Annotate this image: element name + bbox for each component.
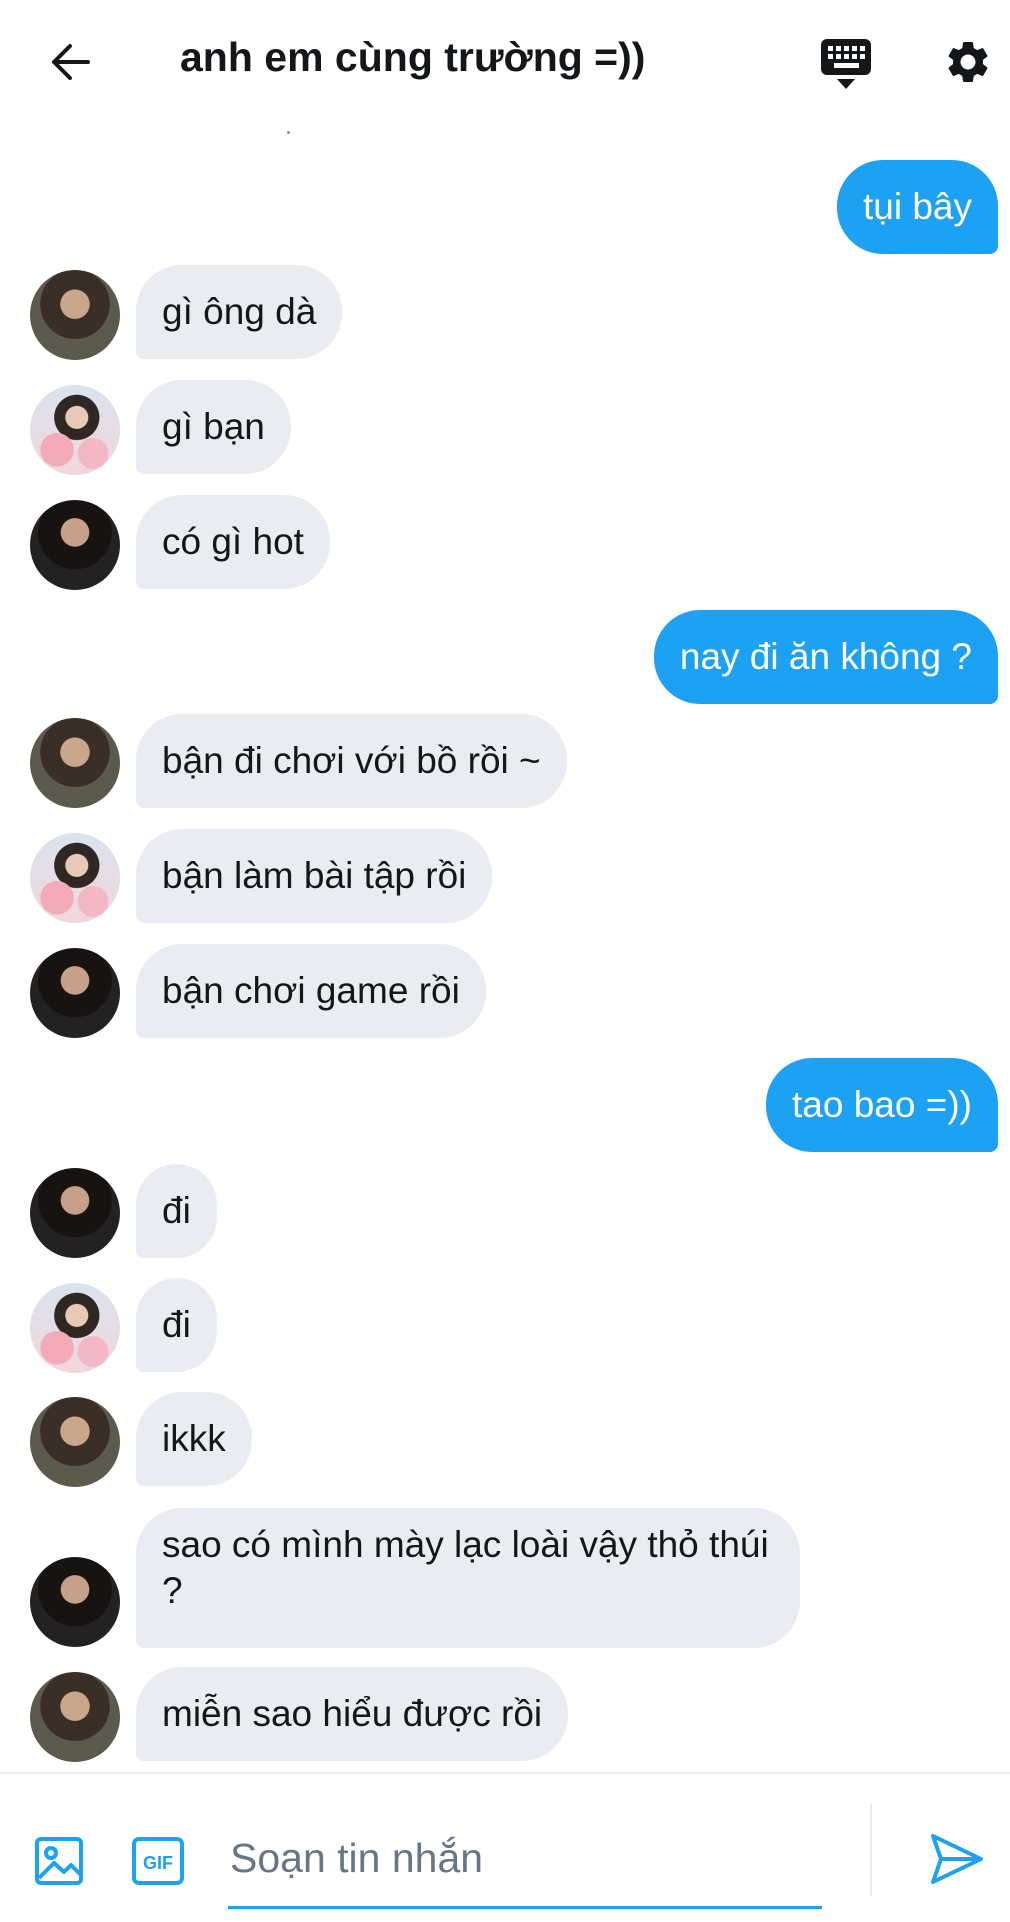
arrow-left-icon <box>52 44 90 80</box>
add-image-button[interactable] <box>32 1834 86 1888</box>
message-input-wrapper <box>228 1814 822 1909</box>
image-icon <box>35 1837 83 1885</box>
outgoing-message[interactable]: nay đi ăn không ? <box>653 610 998 704</box>
back-button[interactable] <box>36 28 104 96</box>
avatar[interactable] <box>30 1557 120 1647</box>
avatar[interactable] <box>30 718 120 808</box>
incoming-message[interactable]: đi <box>136 1278 217 1372</box>
avatar[interactable] <box>30 833 120 923</box>
svg-text:GIF: GIF <box>143 1853 173 1873</box>
incoming-message[interactable]: bận chơi game rồi <box>136 944 486 1038</box>
gif-icon: GIF <box>132 1837 184 1885</box>
avatar[interactable] <box>30 1672 120 1762</box>
incoming-message[interactable]: gì bạn <box>136 380 291 474</box>
incoming-message[interactable]: đi <box>136 1164 217 1258</box>
incoming-message[interactable]: bận làm bài tập rồi <box>136 829 493 923</box>
outgoing-message[interactable]: tao bao =)) <box>766 1058 998 1152</box>
send-button[interactable] <box>926 1828 988 1890</box>
send-icon <box>931 1834 983 1884</box>
keyboard-icon <box>821 39 871 89</box>
gear-icon <box>948 41 988 82</box>
avatar[interactable] <box>30 948 120 1038</box>
avatar[interactable] <box>30 385 120 475</box>
incoming-message[interactable]: bận đi chơi với bồ rồi ~ <box>136 714 567 808</box>
avatar[interactable] <box>30 1283 120 1373</box>
add-gif-button[interactable]: GIF <box>130 1834 186 1888</box>
avatar[interactable] <box>30 500 120 590</box>
outgoing-message[interactable]: tụi bây <box>836 160 998 254</box>
avatar[interactable] <box>30 1168 120 1258</box>
avatar[interactable] <box>30 270 120 360</box>
incoming-message[interactable]: gì ông dà <box>136 265 343 359</box>
incoming-message[interactable]: ikkk <box>136 1392 252 1486</box>
incoming-message[interactable]: có gì hot <box>136 495 330 589</box>
incoming-message[interactable]: sao có mình mày lạc loài vậy thỏ thúi ? <box>136 1508 800 1648</box>
composer-divider <box>870 1804 872 1896</box>
divider-dot <box>287 131 290 134</box>
settings-button[interactable] <box>940 34 996 90</box>
message-input[interactable] <box>230 1828 810 1888</box>
avatar[interactable] <box>30 1397 120 1487</box>
conversation-title: anh em cùng trường =)) <box>180 34 646 80</box>
keyboard-shortcuts-button[interactable] <box>818 32 874 96</box>
chat-header: anh em cùng trường =)) <box>0 0 1010 128</box>
incoming-message[interactable]: miễn sao hiểu được rồi <box>136 1667 569 1761</box>
message-composer: GIF <box>0 1772 1010 1922</box>
